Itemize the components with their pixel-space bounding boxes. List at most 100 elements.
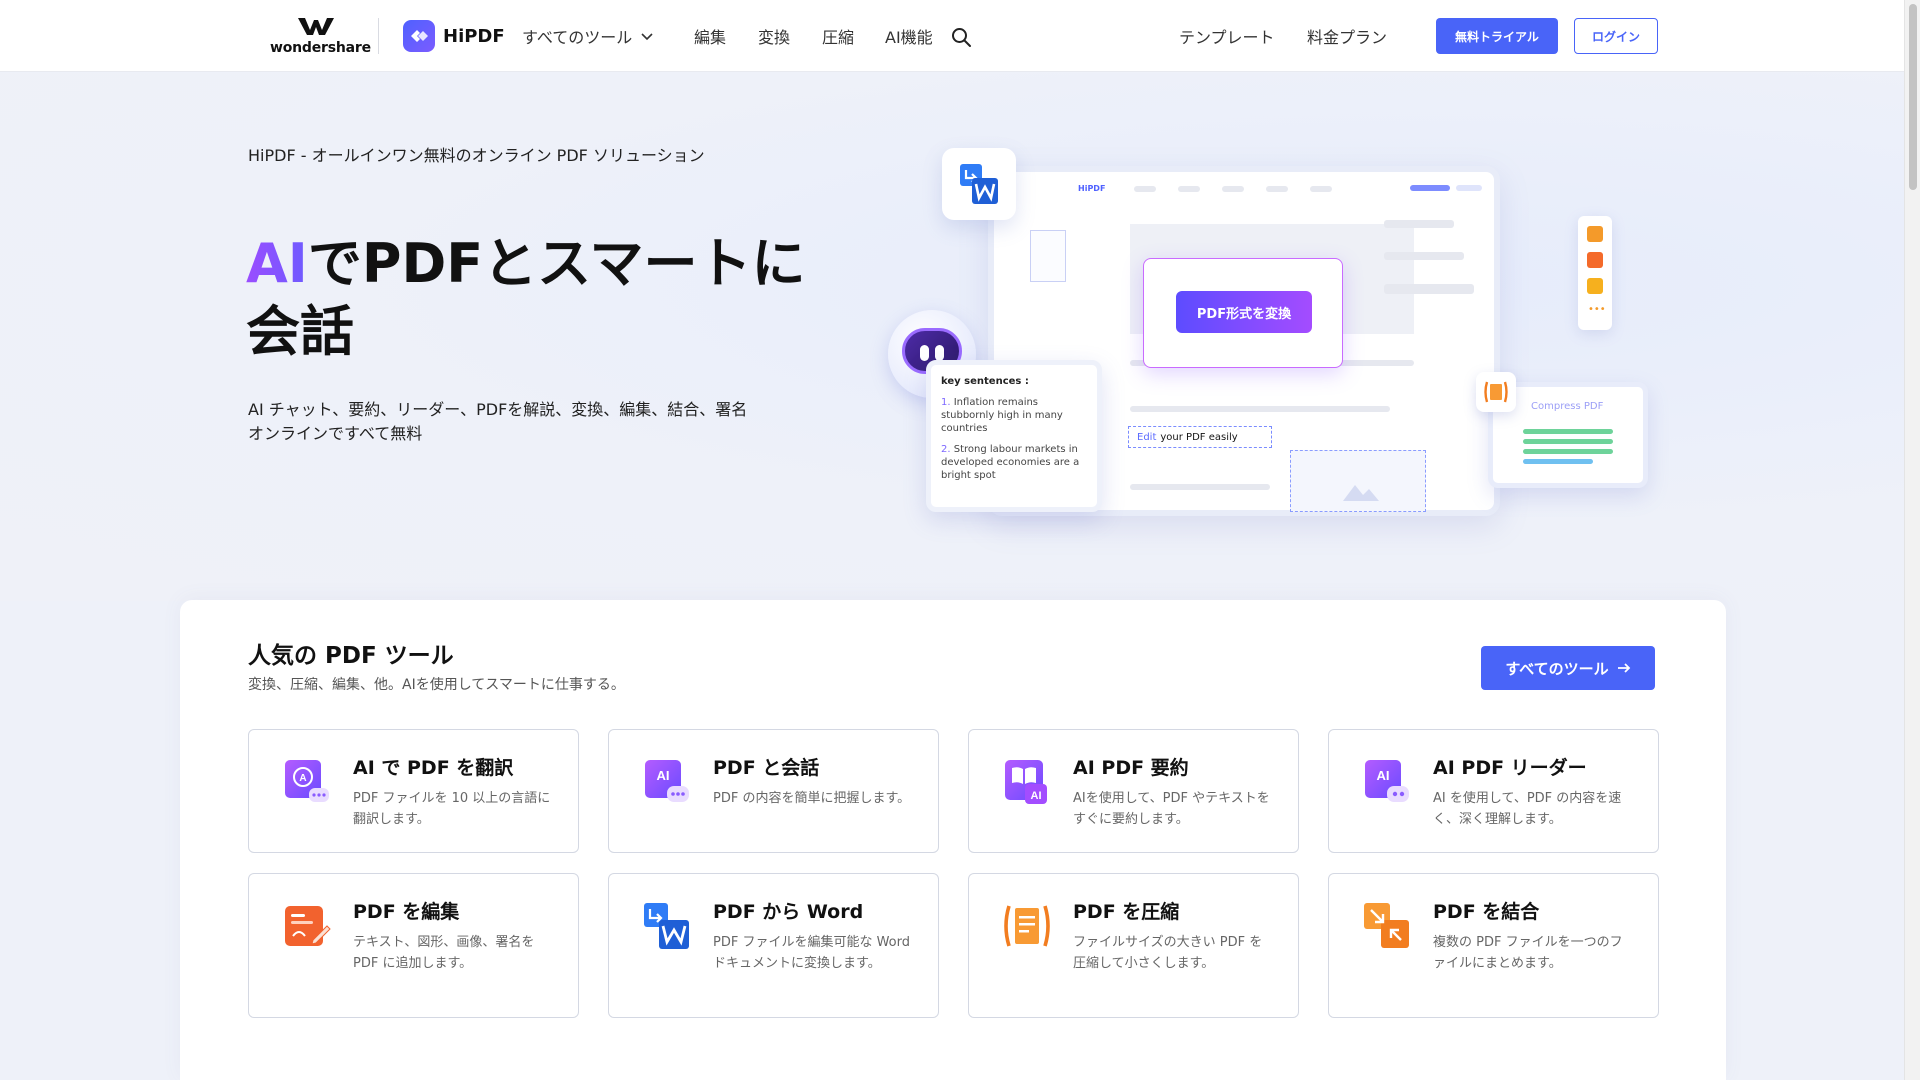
top-nav: wondershare HiPDF すべてのツール 編集 変換 圧縮 AI機能 … — [0, 0, 1904, 72]
tool-card-description: PDF ファイルを編集可能な Word ドキュメントに変換します。 — [713, 935, 911, 971]
tool-card-chat-pdf[interactable]: AI PDF と会話 PDF の内容を簡単に把握します。 — [608, 729, 939, 853]
chat-item: 2. Strong labour markets in developed ec… — [941, 443, 1087, 482]
mock-text-line — [1250, 406, 1390, 412]
tool-card-compress-pdf[interactable]: PDF を圧縮 ファイルサイズの大きい PDF を圧縮して小さくします。 — [968, 873, 1299, 1018]
compress-icon — [1484, 381, 1508, 403]
hipdf-logo[interactable]: HiPDF — [403, 20, 505, 52]
tool-card-title: PDF と会話 — [713, 757, 820, 779]
hero-subtitle: HiPDF - オールインワン無料のオンライン PDF ソリューション — [248, 146, 705, 165]
nav-link-edit[interactable]: 編集 — [694, 24, 726, 48]
nav-link-ai-features[interactable]: AI機能 — [885, 24, 933, 48]
hero-description: AI チャット、要約、リーダー、PDFを解説、変換、編集、結合、署名 オンライン… — [248, 398, 808, 446]
mock-menu-bar — [1222, 186, 1244, 192]
tool-card-title: PDF を編集 — [353, 901, 460, 923]
hero-description-line2: オンラインですべて無料 — [248, 424, 423, 443]
section-subtitle: 変換、圧縮、編集、他。AIを使用してスマートに仕事する。 — [248, 677, 625, 693]
hero-illustration: HiPDF PDF形式を変換 key sentences: 1. Inflat… — [880, 140, 1660, 540]
nav-link-pricing[interactable]: 料金プラン — [1307, 24, 1387, 48]
search-icon[interactable] — [950, 26, 972, 48]
more-icon: ••• — [1588, 304, 1606, 315]
translate-icon: A — [285, 760, 329, 802]
tool-card-ai-summary[interactable]: AI AI PDF 要約 AIを使用して、PDF やテキストをすぐに要約します。 — [968, 729, 1299, 853]
nav-link-templates[interactable]: テンプレート — [1179, 24, 1275, 48]
tool-card-description: AI を使用して、PDF の内容を速く、深く理解します。 — [1433, 791, 1622, 827]
mock-menu-bar — [1134, 186, 1156, 192]
reader-icon: AI — [1365, 760, 1409, 802]
free-trial-button[interactable]: 無料トライアル — [1436, 18, 1558, 54]
tool-icon — [1587, 226, 1603, 242]
chat-icon: AI — [645, 760, 689, 802]
nav-all-tools-label: すべてのツール — [522, 28, 633, 47]
tool-card-merge-pdf[interactable]: PDF を結合 複数の PDF ファイルを一つのファイルにまとめます。 — [1328, 873, 1659, 1018]
login-button[interactable]: ログイン — [1574, 18, 1658, 54]
chat-item-text: Inflation remains stubbornly high in man… — [941, 397, 1063, 434]
tool-card-title: PDF を圧縮 — [1073, 901, 1180, 923]
svg-text:AI: AI — [1031, 790, 1042, 802]
tool-card-description: テキスト、図形、画像、署名を PDF に追加します。 — [353, 935, 535, 971]
edit-rest: your PDF easily — [1160, 431, 1238, 443]
ai-chat-card: key sentences : 1. Inflation remains stu… — [926, 360, 1102, 512]
convert-format-button: PDF形式を変換 — [1176, 291, 1312, 333]
wondershare-logo[interactable]: wondershare — [270, 16, 371, 58]
tool-card-description: PDF の内容を簡単に把握します。 — [713, 791, 911, 806]
tool-card-description: ファイルサイズの大きい PDF を圧縮して小さくします。 — [1073, 935, 1263, 971]
chevron-down-icon — [641, 33, 653, 41]
compress-badge — [1476, 372, 1516, 412]
chat-item-text: Strong labour markets in developed econo… — [941, 444, 1080, 481]
mock-app-brand: HiPDF — [1078, 184, 1106, 193]
tool-card-edit-pdf[interactable]: PDF を編集 テキスト、図形、画像、署名を PDF に追加します。 — [248, 873, 579, 1018]
compress-line — [1523, 449, 1613, 454]
mock-text-line — [1130, 406, 1270, 412]
mock-side-line — [1384, 284, 1474, 294]
tool-icon — [1587, 252, 1603, 268]
mock-trial-button — [1410, 185, 1450, 191]
edit-text-box: Edit your PDF easily — [1128, 426, 1272, 448]
image-placeholder — [1290, 450, 1426, 512]
chat-item-number: 1. — [941, 397, 951, 408]
chat-item: 1. Inflation remains stubbornly high in … — [941, 396, 1087, 435]
tool-card-title: AI PDF 要約 — [1073, 757, 1189, 779]
hero-section: HiPDF - オールインワン無料のオンライン PDF ソリューション AIでP… — [0, 73, 1904, 601]
mock-menu-bar — [1178, 186, 1200, 192]
compress-line — [1523, 459, 1593, 464]
popular-tools-panel: 人気の PDF ツール 変換、圧縮、編集、他。AIを使用してスマートに仕事する。… — [180, 600, 1726, 1080]
tool-card-title: AI PDF リーダー — [1433, 757, 1587, 779]
mock-menu-bar — [1310, 186, 1332, 192]
nav-link-compress[interactable]: 圧縮 — [822, 24, 854, 48]
tool-card-ai-reader[interactable]: AI AI PDF リーダー AI を使用して、PDF の内容を速く、深く理解し… — [1328, 729, 1659, 853]
hero-title-ai: AI — [246, 232, 308, 295]
merge-icon — [1364, 903, 1409, 948]
tool-card-ai-translate[interactable]: A AI で PDF を翻訳 PDF ファイルを 10 以上の言語に翻訳します。 — [248, 729, 579, 853]
hero-title-rest: でPDFとスマートに会話 — [246, 232, 806, 363]
mock-menu-bar — [1266, 186, 1288, 192]
hipdf-logo-icon — [403, 20, 435, 52]
mock-side-line — [1384, 220, 1454, 228]
all-tools-button[interactable]: すべてのツール — [1481, 646, 1655, 690]
nav-all-tools-dropdown[interactable]: すべてのツール — [522, 24, 654, 48]
wondershare-mark-icon — [298, 18, 334, 35]
svg-text:AI: AI — [657, 768, 670, 783]
nav-link-convert[interactable]: 変換 — [758, 24, 790, 48]
hipdf-logo-text: HiPDF — [443, 25, 505, 47]
section-title: 人気の PDF ツール — [248, 643, 454, 669]
all-tools-label: すべてのツール — [1505, 659, 1609, 678]
tool-card-description: PDF ファイルを 10 以上の言語に翻訳します。 — [353, 791, 551, 827]
nav-divider — [378, 18, 379, 54]
word-icon — [960, 164, 998, 204]
chat-item-number: 2. — [941, 444, 951, 455]
tool-card-description: 複数の PDF ファイルを一つのファイルにまとめます。 — [1433, 935, 1623, 971]
scrollbar-thumb[interactable] — [1909, 4, 1917, 190]
edit-icon — [285, 906, 331, 946]
hero-description-line1: AI チャット、要約、リーダー、PDFを解説、変換、編集、結合、署名 — [248, 400, 748, 419]
wondershare-wordmark: wondershare — [270, 40, 371, 56]
arrow-right-icon — [1617, 663, 1630, 673]
tool-card-title: PDF から Word — [713, 901, 864, 923]
mock-side-line — [1384, 252, 1464, 260]
compress-label: Compress PDF — [1531, 401, 1604, 412]
mock-login-button — [1456, 185, 1482, 191]
tool-card-pdf-to-word[interactable]: PDF から Word PDF ファイルを編集可能な Word ドキュメントに変… — [608, 873, 939, 1018]
mock-text-line — [1130, 484, 1270, 490]
tools-strip: ••• — [1578, 216, 1612, 330]
hero-title: AIでPDFとスマートに会話 — [246, 230, 846, 366]
page-scrollbar[interactable] — [1904, 0, 1920, 1080]
